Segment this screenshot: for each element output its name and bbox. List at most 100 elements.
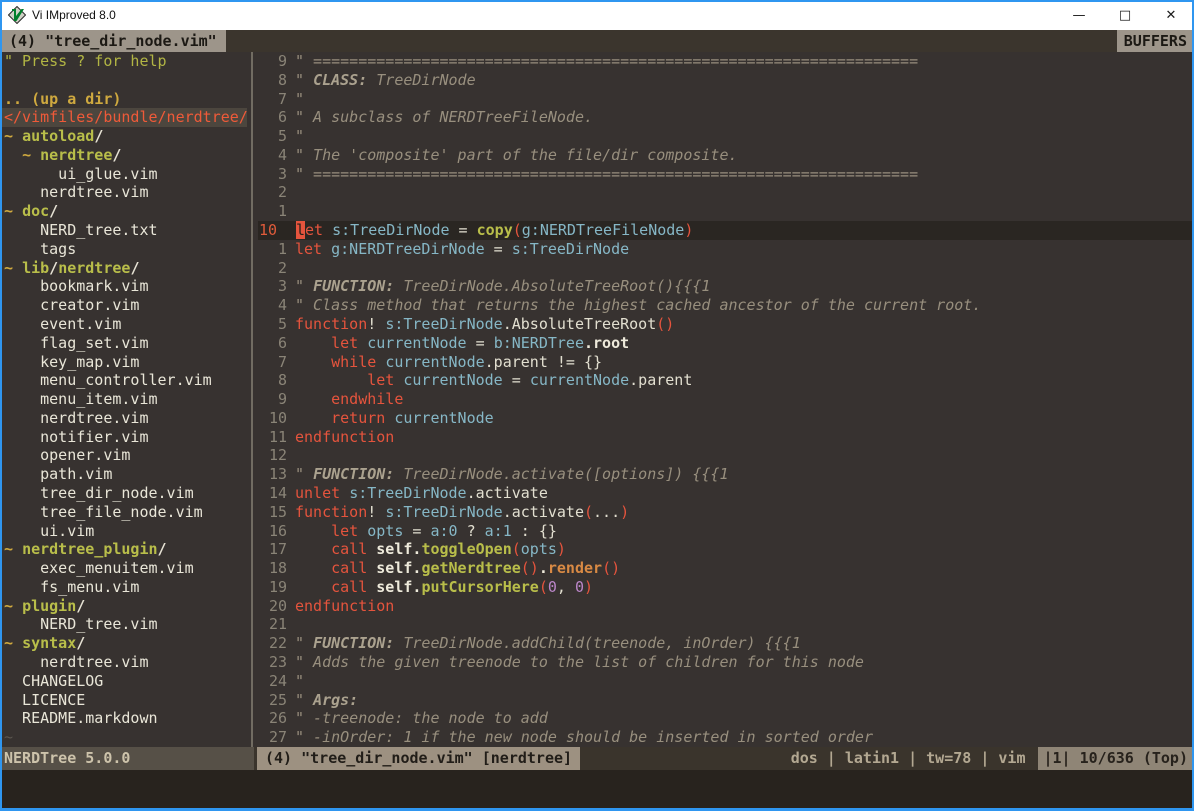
token-f: notifier.vim — [4, 428, 149, 446]
line-number: 24 — [258, 672, 290, 691]
file-key_map-vim[interactable]: key_map.vim — [0, 353, 247, 372]
code-line[interactable]: 1let g:NERDTreeDirNode = s:TreeDirNode — [258, 240, 1194, 259]
code-line[interactable]: 9 endwhile — [258, 390, 1194, 409]
window-vertical-separator[interactable] — [247, 52, 258, 747]
code-line[interactable]: 4" The 'composite' part of the file/dir … — [258, 146, 1194, 165]
file-README-markdown[interactable]: README.markdown — [0, 709, 247, 728]
file-lib-nerdtree-vim[interactable]: nerdtree.vim — [0, 409, 247, 428]
maximize-button[interactable]: □ — [1102, 0, 1148, 30]
code-line[interactable]: 5" — [258, 127, 1194, 146]
code-line[interactable]: 16 let opts = a:0 ? a:1 : {} — [258, 522, 1194, 541]
code-line[interactable]: 1 — [258, 202, 1194, 221]
dir-nerdtree_plugin[interactable]: ~ nerdtree_plugin/ — [0, 540, 247, 559]
code-line[interactable]: 17 call self.toggleOpen(opts) — [258, 540, 1194, 559]
file-menu_controller-vim[interactable]: menu_controller.vim — [0, 371, 247, 390]
code-line[interactable]: 13" FUNCTION: TreeDirNode.activate([opti… — [258, 465, 1194, 484]
token-cmtb: CLASS: — [313, 71, 367, 89]
dir-autoload-nerdtree[interactable]: ~ nerdtree/ — [0, 146, 247, 165]
buffer-statusline: (4) "tree_dir_node.vim" [nerdtree] dos |… — [254, 747, 1194, 770]
code-line[interactable]: 8" CLASS: TreeDirNode — [258, 71, 1194, 90]
code-line[interactable]: 15function! s:TreeDirNode.activate(...) — [258, 503, 1194, 522]
token-f: nerdtree.vim — [4, 653, 149, 671]
code-line[interactable]: 3" =====================================… — [258, 165, 1194, 184]
dir-syntax[interactable]: ~ syntax/ — [0, 634, 247, 653]
file-NERD_tree-txt[interactable]: NERD_tree.txt — [0, 221, 247, 240]
token-cmt: " — [295, 634, 313, 652]
file-fs_menu-vim[interactable]: fs_menu.vim — [0, 578, 247, 597]
token-cmt: " -inOrder: 1 if the new node should be … — [295, 728, 873, 746]
editor-buffer[interactable]: 9" =====================================… — [258, 52, 1194, 747]
code-line[interactable]: 24" — [258, 672, 1194, 691]
code-line[interactable]: 5function! s:TreeDirNode.AbsoluteTreeRoo… — [258, 315, 1194, 334]
code-line[interactable]: 23" Adds the given treenode to the list … — [258, 653, 1194, 672]
file-event-vim[interactable]: event.vim — [0, 315, 247, 334]
dir-doc[interactable]: ~ doc/ — [0, 202, 247, 221]
file-creator-vim[interactable]: creator.vim — [0, 296, 247, 315]
code-line[interactable]: 4" Class method that returns the highest… — [258, 296, 1194, 315]
file-menu_item-vim[interactable]: menu_item.vim — [0, 390, 247, 409]
code-line[interactable]: 27" -inOrder: 1 if the new node should b… — [258, 728, 1194, 747]
code-line[interactable]: 10 return currentNode — [258, 409, 1194, 428]
code-text: " Adds the given treenode to the list of… — [290, 653, 864, 672]
code-line-current[interactable]: 10let s:TreeDirNode = copy(g:NERDTreeFil… — [258, 221, 1194, 240]
file-autoload-nerdtree-vim[interactable]: nerdtree.vim — [0, 183, 247, 202]
code-line[interactable]: 22" FUNCTION: TreeDirNode.addChild(treen… — [258, 634, 1194, 653]
code-line[interactable]: 2 — [258, 183, 1194, 202]
code-line[interactable]: 7 while currentNode.parent != {} — [258, 353, 1194, 372]
code-line[interactable]: 6 let currentNode = b:NERDTree.root — [258, 334, 1194, 353]
close-button[interactable]: ✕ — [1148, 0, 1194, 30]
code-line[interactable]: 7" — [258, 90, 1194, 109]
code-line[interactable]: 3" FUNCTION: TreeDirNode.AbsoluteTreeRoo… — [258, 277, 1194, 296]
code-line[interactable]: 2 — [258, 259, 1194, 278]
code-line[interactable]: 14unlet s:TreeDirNode.activate — [258, 484, 1194, 503]
line-number: 4 — [258, 146, 290, 165]
tree-root[interactable]: </vimfiles/bundle/nerdtree/ — [0, 108, 247, 127]
nerdtree-panel: " Press ? for help.. (up a dir)</vimfile… — [0, 52, 247, 747]
minimize-button[interactable]: — — [1056, 0, 1102, 30]
code-line[interactable]: 26" -treenode: the node to add — [258, 709, 1194, 728]
token-id: opts — [367, 522, 403, 540]
token-par: ( — [539, 578, 548, 596]
dir-plugin[interactable]: ~ plugin/ — [0, 597, 247, 616]
file-flag_set-vim[interactable]: flag_set.vim — [0, 334, 247, 353]
up-a-dir[interactable]: .. (up a dir) — [0, 90, 247, 109]
file-ui_glue-vim[interactable]: ui_glue.vim — [0, 165, 247, 184]
file-tags[interactable]: tags — [0, 240, 247, 259]
code-line[interactable]: 11endfunction — [258, 428, 1194, 447]
file-NERD_tree-vim[interactable]: NERD_tree.vim — [0, 615, 247, 634]
file-opener-vim[interactable]: opener.vim — [0, 446, 247, 465]
blank-line — [0, 71, 247, 90]
code-line[interactable]: 8 let currentNode = currentNode.parent — [258, 371, 1194, 390]
command-line[interactable] — [0, 770, 1194, 809]
file-bookmark-vim[interactable]: bookmark.vim — [0, 277, 247, 296]
file-exec_menuitem-vim[interactable]: exec_menuitem.vim — [0, 559, 247, 578]
code-line[interactable]: 9" =====================================… — [258, 52, 1194, 71]
token-id: g:NERDTreeDirNode — [331, 240, 485, 258]
file-tree_dir_node-vim[interactable]: tree_dir_node.vim — [0, 484, 247, 503]
code-line[interactable]: 18 call self.getNerdtree().render() — [258, 559, 1194, 578]
code-line[interactable]: 19 call self.putCursorHere(0, 0) — [258, 578, 1194, 597]
token-g: ~ — [22, 146, 40, 164]
file-ui-vim[interactable]: ui.vim — [0, 522, 247, 541]
token-f: NERD_tree.vim — [4, 615, 158, 633]
dir-autoload[interactable]: ~ autoload/ — [0, 127, 247, 146]
code-line[interactable]: 21 — [258, 615, 1194, 634]
file-LICENCE[interactable]: LICENCE — [0, 691, 247, 710]
code-line[interactable]: 6" A subclass of NERDTreeFileNode. — [258, 108, 1194, 127]
file-path-vim[interactable]: path.vim — [0, 465, 247, 484]
token-txt — [295, 540, 331, 558]
code-line[interactable]: 20endfunction — [258, 597, 1194, 616]
dir-lib-nerdtree[interactable]: ~ lib/nerdtree/ — [0, 259, 247, 278]
file-notifier-vim[interactable]: notifier.vim — [0, 428, 247, 447]
code-line[interactable]: 12 — [258, 446, 1194, 465]
code-line[interactable]: 25" Args: — [258, 691, 1194, 710]
tab-tree-dir-node[interactable]: (4) "tree_dir_node.vim" — [0, 30, 226, 52]
token-f: fs_menu.vim — [4, 578, 139, 596]
buffers-label: BUFFERS — [1117, 30, 1194, 52]
file-syntax-nerdtree-vim[interactable]: nerdtree.vim — [0, 653, 247, 672]
token-bold: . — [539, 559, 548, 577]
file-CHANGELOG[interactable]: CHANGELOG — [0, 672, 247, 691]
line-number: 17 — [258, 540, 290, 559]
file-tree_file_node-vim[interactable]: tree_file_node.vim — [0, 503, 247, 522]
line-number: 3 — [258, 277, 290, 296]
